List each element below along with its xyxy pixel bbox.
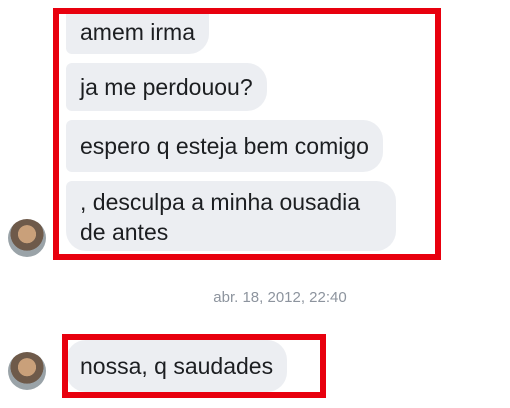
sender-avatar-2[interactable]	[8, 352, 46, 390]
sender-avatar[interactable]	[8, 219, 46, 257]
red-highlight-box-top	[53, 8, 441, 260]
message-timestamp: abr. 18, 2012, 22:40	[213, 289, 347, 306]
red-highlight-box-bottom	[62, 334, 326, 398]
chat-screen: amem irma ja me perdouou? espero q estej…	[0, 0, 510, 408]
